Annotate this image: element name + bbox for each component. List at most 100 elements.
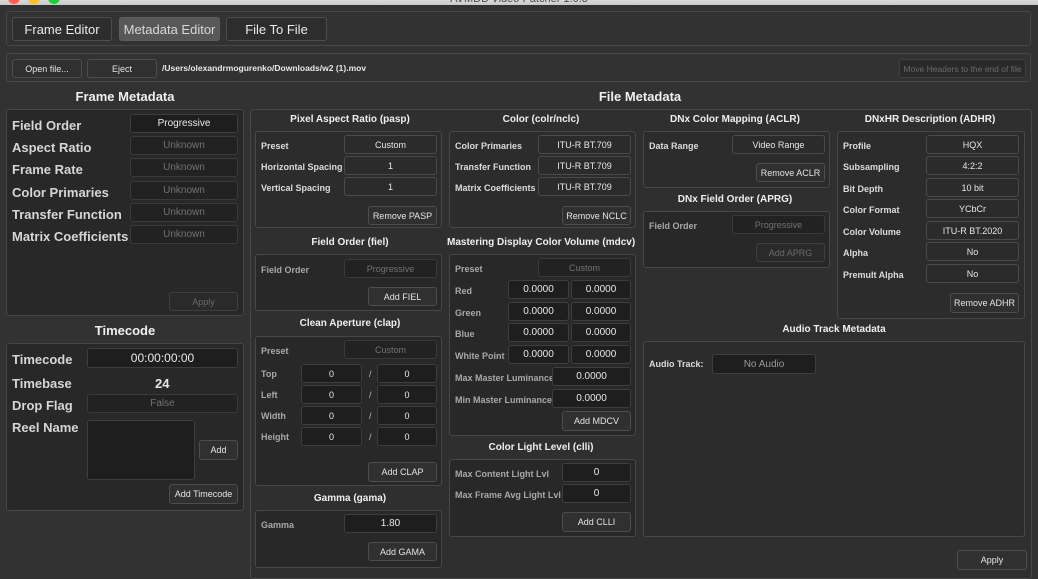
remove-adhr-button[interactable]: Remove ADHR — [950, 293, 1019, 313]
mdcv-red-y-input[interactable]: 0.0000 — [571, 280, 631, 299]
fiel-title: Field Order (fiel) — [311, 237, 389, 248]
clap-top-num-input[interactable]: 0 — [301, 364, 362, 383]
mdcv-white-point-x-input[interactable]: 0.0000 — [508, 345, 569, 364]
add-clap-button[interactable]: Add CLAP — [368, 462, 437, 482]
remove-nclc-button[interactable]: Remove NCLC — [562, 206, 631, 225]
aspect-ratio-select[interactable]: Unknown — [130, 136, 238, 155]
clap-width-num-input[interactable]: 0 — [301, 406, 362, 425]
aprg-field-order-select[interactable]: Progressive — [732, 215, 825, 234]
horizontal-spacing-input[interactable]: 1 — [344, 156, 437, 175]
pasp-preset-select[interactable]: Custom — [344, 135, 437, 154]
vertical-spacing-input[interactable]: 1 — [344, 177, 437, 196]
clli-panel: Max Content Light Lvl 0 Max Frame Avg Li… — [449, 459, 636, 537]
clap-left-den-input[interactable]: 0 — [377, 385, 437, 404]
mdcv-title: Mastering Display Color Volume (mdcv) — [447, 237, 636, 248]
clap-preset-label: Preset — [261, 346, 289, 356]
transfer-function-label: Transfer Function — [12, 207, 122, 222]
matrix-coefficients-select[interactable]: Unknown — [130, 225, 238, 244]
audio-track-select[interactable]: No Audio — [712, 354, 816, 374]
timecode-input[interactable]: 00:00:00:00 — [87, 348, 238, 368]
mdcv-white-point-y-input[interactable]: 0.0000 — [571, 345, 631, 364]
clap-left-num-input[interactable]: 0 — [301, 385, 362, 404]
mdcv-white-point-label: White Point — [455, 351, 505, 361]
clap-height-label: Height — [261, 432, 289, 442]
drop-flag-select[interactable]: False — [87, 394, 238, 413]
tab-file-to-file[interactable]: File To File — [226, 17, 327, 41]
max-content-light-label: Max Content Light Lvl — [455, 469, 549, 479]
add-reel-name-button[interactable]: Add — [199, 440, 238, 460]
add-fiel-button[interactable]: Add FIEL — [368, 287, 437, 306]
audio-track-label: Audio Track: — [649, 359, 704, 369]
fiel-field-order-select[interactable]: Progressive — [344, 259, 437, 278]
adhr-bit-depth-select[interactable]: 10 bit — [926, 178, 1019, 197]
max-master-luminance-input[interactable]: 0.0000 — [552, 367, 631, 386]
clap-width-den-input[interactable]: 0 — [377, 406, 437, 425]
mdcv-red-x-input[interactable]: 0.0000 — [508, 280, 569, 299]
clap-height-den-input[interactable]: 0 — [377, 427, 437, 446]
add-mdcv-button[interactable]: Add MDCV — [562, 411, 631, 431]
remove-pasp-button[interactable]: Remove PASP — [368, 206, 437, 225]
mdcv-green-label: Green — [455, 308, 482, 318]
adhr-premult-alpha-label: Premult Alpha — [843, 270, 904, 280]
pasp-preset-label: Preset — [261, 141, 289, 151]
colr-matrix-select[interactable]: ITU-R BT.709 — [538, 177, 631, 196]
adhr-color-format-label: Color Format — [843, 205, 900, 215]
open-file-button[interactable]: Open file... — [12, 59, 82, 78]
colr-transfer-select[interactable]: ITU-R BT.709 — [538, 156, 631, 175]
file-metadata-title: File Metadata — [598, 89, 682, 104]
aclr-title: DNx Color Mapping (ACLR) — [670, 114, 800, 125]
aprg-title: DNx Field Order (APRG) — [677, 194, 793, 205]
adhr-color-volume-select[interactable]: ITU-R BT.2020 — [926, 221, 1019, 240]
max-content-light-input[interactable]: 0 — [562, 463, 631, 482]
add-clli-button[interactable]: Add CLLI — [562, 512, 631, 532]
field-order-label: Field Order — [12, 118, 82, 133]
frame-apply-button[interactable]: Apply — [169, 292, 238, 311]
add-timecode-button[interactable]: Add Timecode — [169, 484, 238, 504]
timecode-title: Timecode — [94, 323, 156, 338]
tab-frame-editor[interactable]: Frame Editor — [12, 17, 112, 41]
timecode-panel: Timecode 00:00:00:00 Timebase 24 Drop Fl… — [6, 343, 244, 511]
window-titlebar: AVMDB Video Patcher 1.0.3 — [0, 0, 1038, 5]
clap-preset-select[interactable]: Custom — [344, 340, 437, 359]
adhr-premult-alpha-select[interactable]: No — [926, 264, 1019, 283]
mdcv-preset-select[interactable]: Custom — [538, 258, 631, 277]
gama-title: Gamma (gama) — [313, 493, 387, 504]
gamma-input[interactable]: 1.80 — [344, 514, 437, 533]
clap-top-den-input[interactable]: 0 — [377, 364, 437, 383]
reel-name-textarea[interactable] — [87, 420, 195, 480]
audio-track-panel: Audio Track: No Audio — [643, 341, 1025, 537]
clap-height-num-input[interactable]: 0 — [301, 427, 362, 446]
data-range-select[interactable]: Video Range — [732, 135, 825, 154]
adhr-alpha-select[interactable]: No — [926, 242, 1019, 261]
file-metadata-apply-button[interactable]: Apply — [957, 550, 1027, 570]
adhr-title: DNxHR Description (ADHR) — [864, 114, 996, 125]
add-gama-button[interactable]: Add GAMA — [368, 542, 437, 561]
adhr-profile-select[interactable]: HQX — [926, 135, 1019, 154]
mdcv-blue-y-input[interactable]: 0.0000 — [571, 323, 631, 342]
mdcv-green-y-input[interactable]: 0.0000 — [571, 302, 631, 321]
add-aprg-button[interactable]: Add APRG — [756, 243, 825, 262]
tab-bar: Frame Editor Metadata Editor File To Fil… — [6, 11, 1031, 46]
color-primaries-select[interactable]: Unknown — [130, 181, 238, 200]
colr-primaries-select[interactable]: ITU-R BT.709 — [538, 135, 631, 154]
adhr-profile-label: Profile — [843, 141, 872, 151]
frame-rate-select[interactable]: Unknown — [130, 158, 238, 177]
max-frame-avg-light-input[interactable]: 0 — [562, 484, 631, 503]
adhr-bit-depth-label: Bit Depth — [843, 184, 883, 194]
mdcv-blue-x-input[interactable]: 0.0000 — [508, 323, 569, 342]
matrix-coefficients-label: Matrix Coefficients — [12, 229, 129, 244]
transfer-function-select[interactable]: Unknown — [130, 203, 238, 222]
move-headers-button[interactable]: Move Headers to the end of file — [899, 59, 1026, 78]
tab-metadata-editor[interactable]: Metadata Editor — [119, 17, 220, 41]
adhr-subsampling-select[interactable]: 4:2:2 — [926, 156, 1019, 175]
remove-aclr-button[interactable]: Remove ACLR — [756, 163, 825, 182]
min-master-luminance-input[interactable]: 0.0000 — [552, 389, 631, 408]
timebase-value: 24 — [155, 376, 170, 391]
adhr-color-format-select[interactable]: YCbCr — [926, 199, 1019, 218]
field-order-select[interactable]: Progressive — [130, 114, 238, 133]
clap-panel: Preset Custom Top 0 / 0 Left 0 / 0 Width… — [255, 336, 442, 486]
mdcv-green-x-input[interactable]: 0.0000 — [508, 302, 569, 321]
adhr-color-volume-label: Color Volume — [843, 227, 901, 237]
max-master-luminance-label: Max Master Luminance — [455, 373, 555, 383]
eject-button[interactable]: Eject — [87, 59, 157, 78]
